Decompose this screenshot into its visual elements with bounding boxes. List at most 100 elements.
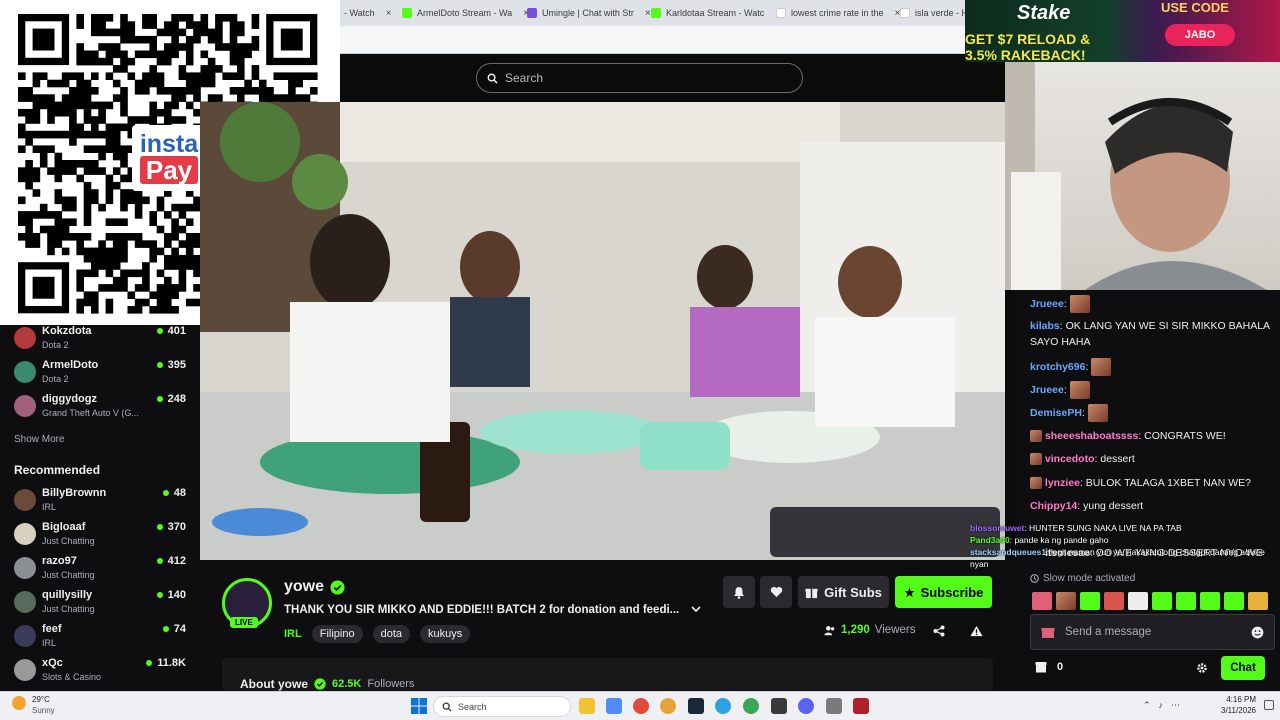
subscribe-button[interactable]: Subscribe <box>895 576 992 608</box>
browser-tab[interactable]: Karldotaa Stream - Watc× <box>651 0 781 26</box>
channel-points[interactable]: 0 <box>1035 661 1063 673</box>
chat-username[interactable]: Chippy14 <box>1030 500 1077 512</box>
chat-input[interactable]: Send a message <box>1030 614 1275 650</box>
steam-icon[interactable] <box>688 698 704 714</box>
emote-icon[interactable] <box>1032 592 1052 610</box>
tag-chip[interactable]: Filipino <box>311 625 363 643</box>
emote-icon[interactable] <box>1104 592 1124 610</box>
badge-icon <box>1030 477 1042 490</box>
dota-icon[interactable] <box>853 698 869 714</box>
bell-icon <box>734 586 744 599</box>
copilot-icon[interactable] <box>606 698 622 714</box>
chat-text: OK LANG YAN WE SI SIR MIKKO BAHALA SAYO … <box>1030 320 1270 348</box>
category-link[interactable]: IRL <box>284 628 302 640</box>
browser-tab[interactable]: isla verde - Ha <box>900 0 965 26</box>
settings-gear-icon[interactable] <box>1196 662 1208 674</box>
sidebar-channel-bigloaaf[interactable]: Bigloaaf Just Chatting 370 <box>14 521 190 551</box>
emote-icon[interactable] <box>1056 592 1076 610</box>
taskbar-time[interactable]: 4:16 PM <box>1216 695 1256 704</box>
browser-tab[interactable]: Umingle | Chat with Str × <box>527 0 651 26</box>
channel-name: quillysilly <box>42 589 93 601</box>
report-warning-icon[interactable] <box>970 625 983 637</box>
browser-tab[interactable]: ArmelDoto Stream - Wa× <box>402 0 529 26</box>
chat-username[interactable]: krotchy696 <box>1030 361 1085 373</box>
emote-icon[interactable] <box>1200 592 1220 610</box>
notification-icon[interactable] <box>1264 700 1274 710</box>
overlay-text: pande ka ng pande gaho <box>1014 535 1109 545</box>
sidebar-channel-quillysilly[interactable]: quillysilly Just Chatting 140 <box>14 589 190 619</box>
telegram-icon[interactable] <box>715 698 731 714</box>
stream-title-row: THANK YOU SIR MIKKO AND EDDIE!!! BATCH 2… <box>284 604 701 616</box>
chat-username[interactable]: kilabs <box>1030 320 1060 332</box>
file-explorer-icon[interactable] <box>579 698 595 714</box>
channel-category: Just Chatting <box>42 604 95 614</box>
stake-ad-banner[interactable]: Stake GET $7 RELOAD & 3.5% RAKEBACK! USE… <box>965 0 1280 62</box>
verified-icon <box>330 579 345 595</box>
taskbar-date: 3/11/2026 <box>1221 706 1256 715</box>
logo-text-bottom: Pay <box>139 156 199 184</box>
tag-chip[interactable]: dota <box>372 625 411 643</box>
channel-name[interactable]: yowe <box>284 578 324 596</box>
gift-icon[interactable] <box>1041 625 1055 639</box>
video-player[interactable] <box>200 102 1005 560</box>
sidebar-channel-diggydogz[interactable]: diggydogz Grand Theft Auto V (G... 248 <box>14 393 190 423</box>
sidebar-channel-razo97[interactable]: razo97 Just Chatting 412 <box>14 555 190 585</box>
viewer-count-value: 11.8K <box>157 657 186 669</box>
search-input[interactable]: Search <box>476 63 803 93</box>
ad-brand: Stake <box>1017 2 1071 24</box>
emote-icon[interactable] <box>1224 592 1244 610</box>
taskbar-search[interactable]: Search <box>433 696 571 717</box>
badge-icon <box>1030 453 1042 466</box>
browser-tab[interactable]: - Watch × <box>344 0 392 26</box>
share-icon[interactable] <box>933 625 945 637</box>
chrome-profile-icon[interactable] <box>660 698 676 714</box>
chat-username[interactable]: sheeeshaboatssss <box>1045 430 1138 442</box>
live-dot-icon <box>156 396 163 402</box>
tab-label: - Watch <box>344 8 375 18</box>
channel-name: xQc <box>42 657 63 669</box>
emote-icon[interactable] <box>1080 592 1100 610</box>
chrome-icon[interactable] <box>633 698 649 714</box>
tag-chip[interactable]: kukuys <box>420 625 471 643</box>
emote-icon[interactable] <box>1152 592 1172 610</box>
sidebar-channel-armeldoto[interactable]: ArmelDoto Dota 2 395 <box>14 359 190 389</box>
weather-temp[interactable]: 29°C <box>32 695 50 704</box>
ad-code-button[interactable]: JABO <box>1165 24 1235 46</box>
show-more-link[interactable]: Show More <box>14 434 65 445</box>
browser-tab[interactable]: lowest crime rate in the × <box>776 0 900 26</box>
emote-icon[interactable] <box>1248 592 1268 610</box>
sidebar-channel-kokzdota[interactable]: Kokzdota Dota 2 401 <box>14 325 190 355</box>
follow-button[interactable] <box>760 576 792 608</box>
emoji-icon[interactable] <box>1251 626 1264 639</box>
notification-button[interactable] <box>723 576 755 608</box>
chrome-alt-icon[interactable] <box>743 698 759 714</box>
gift-subs-button[interactable]: Gift Subs <box>798 576 889 608</box>
instapay-logo: insta Pay <box>132 125 206 191</box>
chat-username[interactable]: lynziee <box>1045 477 1080 489</box>
chat-text: BULOK TALAGA 1XBET NAN WE? <box>1085 477 1251 489</box>
emote-icon[interactable] <box>1176 592 1196 610</box>
chat-send-button[interactable]: Chat <box>1221 656 1265 680</box>
tool-icon[interactable] <box>826 698 842 714</box>
chat-username[interactable]: Jrueee <box>1030 298 1064 310</box>
chevron-down-icon[interactable] <box>691 604 701 614</box>
browser-address-bar[interactable] <box>340 26 965 54</box>
chat-username[interactable]: DemisePH <box>1030 407 1082 419</box>
discord-icon[interactable] <box>798 698 814 714</box>
sidebar-channel-xqc[interactable]: xQc Slots & Casino 11.8K <box>14 657 190 687</box>
emote-icon[interactable] <box>1128 592 1148 610</box>
chat-username[interactable]: Jrueee <box>1030 384 1064 396</box>
sidebar-channel-feef[interactable]: feef IRL 74 <box>14 623 190 653</box>
viewer-count: 11.8K <box>146 657 186 669</box>
sidebar-channel-billybrownn[interactable]: BillyBrownn IRL 48 <box>14 487 190 517</box>
tab-close-icon[interactable]: × <box>386 8 392 19</box>
tab-label: Umingle | Chat with Str <box>542 8 634 18</box>
system-tray-icons[interactable]: ⌃♪⋯ <box>1143 700 1188 711</box>
chat-username[interactable]: vincedoto <box>1045 453 1095 465</box>
tab-close-icon[interactable]: × <box>645 8 651 19</box>
app-icon[interactable] <box>771 698 787 714</box>
windows-start-icon[interactable] <box>411 698 427 714</box>
overlay-username: stacksandqueues1 <box>970 547 1047 557</box>
avatar <box>14 625 36 647</box>
slow-mode-text: Slow mode activated <box>1043 573 1136 584</box>
